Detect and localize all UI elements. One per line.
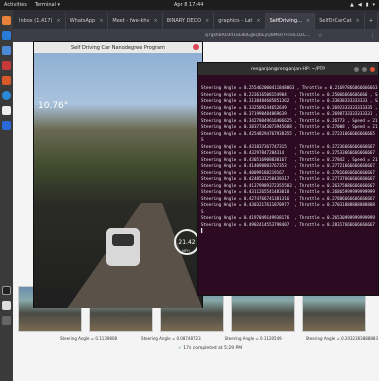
app-store-icon[interactable] — [2, 76, 11, 85]
terminal-line: Steering Angle = 0.4311265541483018 , Th… — [201, 189, 378, 194]
close-icon[interactable]: × — [256, 18, 260, 24]
terminal-icon[interactable] — [2, 286, 11, 295]
activities-button[interactable]: Activities — [4, 2, 27, 8]
terminal-line: Steering Angle = 0.371990484869639 , Thr… — [201, 111, 378, 116]
close-icon[interactable]: × — [306, 18, 310, 24]
maximize-icon[interactable] — [362, 66, 367, 72]
close-icon[interactable]: × — [57, 18, 61, 24]
caption: Steering Angle = 0.1139808 — [60, 336, 118, 341]
firefox-icon[interactable] — [2, 16, 11, 25]
caption: Steering Angle = 0.08748723 — [141, 336, 201, 341]
car — [106, 228, 140, 266]
cell-status: ✓ 17s completed at 5:29 PM — [178, 346, 242, 351]
terminal-output[interactable]: Steering Angle = 0.255462000411848863 , … — [198, 75, 378, 295]
system-tray[interactable]: ▲ ◀ ▮ ▾ — [350, 2, 375, 8]
terminal-line: Steering Angle = 0.38377443073945688 , T… — [201, 124, 378, 129]
steering-angle-readout: 10.76° — [38, 101, 69, 111]
speed-unit: MPH — [182, 249, 190, 253]
tab-label: graphics - Lat — [218, 18, 253, 24]
tab-selfdriving[interactable]: SelfDriving… × — [265, 13, 316, 29]
caption: Steering Angle = 0.1120549 — [224, 336, 282, 341]
terminal-window[interactable]: renganjan@renganjan-HP: ~/PTP Steering A… — [197, 62, 379, 296]
simulator-window[interactable]: Self Driving Car Nanodegree Program — 10… — [33, 41, 203, 308]
tab-label: SelfDriving… — [269, 18, 302, 24]
battery-icon: ▮ — [365, 2, 369, 8]
menu-icon[interactable]: ⋮ — [370, 33, 375, 39]
browser-tab-strip: Inbox (1,417) × WhatsApp × Meet - fwe-khv ×… — [13, 10, 379, 29]
tab-graphics[interactable]: graphics - Lat × — [214, 13, 266, 29]
tab-label: Inbox (1,417) — [19, 18, 53, 24]
close-icon[interactable]: × — [154, 18, 158, 24]
close-icon[interactable] — [370, 66, 375, 72]
thunderbird-icon[interactable] — [2, 31, 11, 40]
terminal-line: Steering Angle = 0.4248533250439317 , Th… — [201, 176, 378, 181]
power-icon: ▾ — [372, 2, 375, 8]
tab-label: WhatsApp — [69, 18, 96, 24]
image-captions: Steering Angle = 0.1139808 Steering Angl… — [60, 336, 378, 341]
terminal-line: Steering Angle = 0.4902414553798407 , Th… — [201, 221, 378, 227]
new-tab-button[interactable]: + — [365, 13, 379, 29]
tab-selfdrcar[interactable]: SelfDrCarCat × — [315, 13, 365, 29]
tab-meet[interactable]: Meet - fwe-khv × — [108, 13, 163, 29]
tab-binary-deco[interactable]: BINARY DECO × — [163, 13, 215, 29]
tab-label: BINARY DECO — [166, 18, 202, 24]
terminal-app-menu[interactable]: Terminal ▾ — [35, 2, 60, 8]
status-text: 17s completed at 5:29 PM — [183, 346, 243, 351]
close-icon[interactable] — [193, 44, 199, 50]
minimize-icon[interactable] — [354, 66, 359, 72]
speed-value: 21.42 — [178, 238, 196, 246]
tab-whatsapp[interactable]: WhatsApp × — [66, 13, 109, 29]
tab-inbox[interactable]: Inbox (1,417) × — [15, 13, 66, 29]
tab-label: SelfDrCarCat — [319, 18, 352, 24]
terminal-line: ▌ — [201, 228, 204, 233]
show-apps-icon[interactable] — [2, 316, 11, 325]
terminal-line: Steering Angle = 0.42548294767938355 , T… — [201, 130, 378, 136]
terminal-title-bar[interactable]: renganjan@renganjan-HP: ~/PTP — [198, 63, 378, 75]
terminal-line: Steering Angle = 0.3138484685851362 , Th… — [201, 98, 378, 103]
simulator-title-bar[interactable]: Self Driving Car Nanodegree Program — [34, 42, 202, 53]
volume-icon: ◀ — [357, 2, 362, 8]
clock[interactable]: Apr 8 17:44 — [174, 2, 203, 8]
files-icon[interactable] — [2, 46, 11, 55]
text-editor-icon[interactable] — [2, 106, 11, 115]
url-field[interactable]: q7gsh8RL9d1oE80EgkQbEyQ8Ms0TFnoC0ZC… — [205, 33, 315, 38]
tab-label: Meet - fwe-khv — [112, 18, 150, 24]
terminal-title: renganjan@renganjan-HP: ~/PTP — [250, 66, 326, 72]
close-icon[interactable]: × — [356, 18, 360, 24]
plus-icon: + — [368, 18, 374, 24]
star-icon[interactable]: ☆ — [318, 33, 322, 39]
terminal-line: Steering Angle = 0.255462000411848863 , … — [201, 85, 378, 90]
dock — [0, 10, 13, 381]
close-icon[interactable]: × — [205, 18, 209, 24]
help-icon[interactable] — [2, 91, 11, 100]
search-icon[interactable] — [2, 301, 11, 310]
system-top-bar: Activities Terminal ▾ Apr 8 17:44 ▲ ◀ ▮ … — [0, 0, 379, 10]
close-icon[interactable]: × — [99, 18, 103, 24]
network-icon: ▲ — [350, 2, 354, 8]
software-center-icon[interactable] — [2, 61, 11, 70]
caption: Steering Angle = 0.2032363888883 — [305, 336, 378, 341]
settings-icon[interactable] — [2, 121, 11, 130]
terminal-line: Steering Angle = 0.4197049149938176 , Th… — [201, 215, 378, 220]
simulator-title: Self Driving Car Nanodegree Program — [70, 44, 165, 51]
simulator-scene: — 10.76° 21.42 MPH — [34, 53, 202, 308]
angle-label: — — [40, 95, 44, 100]
terminal-line: Steering Angle = 0.4303217611870977 , Th… — [201, 202, 378, 207]
terminal-line: Steering Angle = 0.43297847204314 , Thro… — [201, 150, 378, 155]
terminal-line: Steering Angle = 0.414098083767353 , Thr… — [201, 163, 378, 168]
check-icon: ✓ — [178, 346, 182, 351]
